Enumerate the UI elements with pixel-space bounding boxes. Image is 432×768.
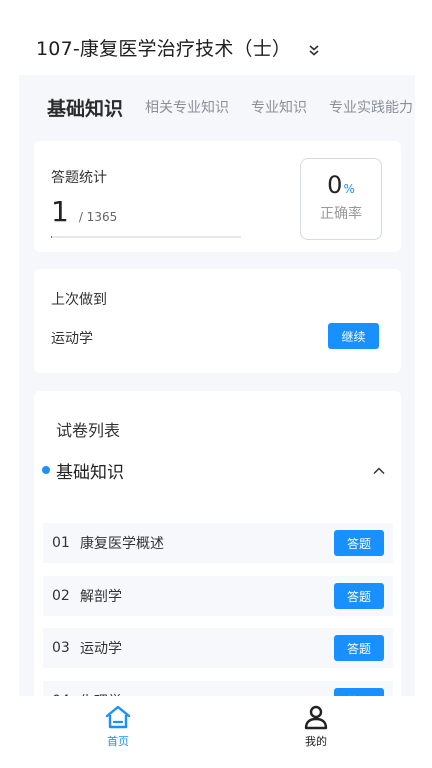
last-progress-card: 上次做到 运动学 继续 [34,269,401,373]
answered-count: 1 [51,195,69,228]
accuracy-value: 0% [327,171,355,199]
percent-unit: % [343,182,355,196]
stats-label: 答题统计 [51,170,107,186]
section-header[interactable]: 基础知识 [42,457,392,483]
paper-list-title: 试卷列表 [56,421,121,440]
progress-fill [51,236,52,238]
paper-item-number: 01 [52,535,70,551]
subject-tabs: 基础知识 相关专业知识 专业知识 专业实践能力 [19,75,415,139]
bottom-nav: 首页 我的 [19,696,415,751]
answer-button[interactable]: 答题 [334,530,384,556]
tab-professional-knowledge[interactable]: 专业知识 [251,97,307,117]
tab-practice-ability[interactable]: 专业实践能力 [329,97,413,117]
progress-bar [51,236,241,238]
nav-mine[interactable]: 我的 [217,696,415,751]
paper-item[interactable]: 03 运动学 答题 [43,628,393,668]
tab-related-knowledge[interactable]: 相关专业知识 [145,97,229,117]
answer-button[interactable]: 答题 [334,583,384,609]
last-progress-subject: 运动学 [51,331,93,347]
paper-item-number: 03 [52,640,70,656]
total-count: / 1365 [78,210,118,224]
app-frame: 107-康复医学治疗技术（士） 基础知识 相关专业知识 专业知识 专业实践能力 … [19,19,415,751]
section-name: 基础知识 [56,462,124,483]
chevron-up-icon[interactable] [372,463,386,477]
answer-button[interactable]: 答题 [334,635,384,661]
nav-home[interactable]: 首页 [19,696,217,751]
header: 107-康复医学治疗技术（士） [19,19,415,75]
nav-mine-label: 我的 [305,735,327,748]
user-icon [302,704,330,730]
exam-title[interactable]: 107-康复医学治疗技术（士） [36,34,291,61]
answer-stats-card: 答题统计 1 / 1365 0% 正确率 [34,141,401,252]
chevron-down-icon[interactable] [307,42,321,56]
accuracy-label: 正确率 [320,206,362,222]
continue-button[interactable]: 继续 [328,323,379,349]
accuracy-box: 0% 正确率 [300,158,382,240]
paper-item[interactable]: 01 康复医学概述 答题 [43,523,393,563]
last-progress-title: 上次做到 [51,292,107,308]
home-icon [104,704,132,730]
section-dot [42,466,50,474]
paper-item[interactable]: 02 解剖学 答题 [43,576,393,616]
tab-basic-knowledge[interactable]: 基础知识 [47,94,123,121]
paper-item-name: 康复医学概述 [80,536,164,552]
paper-item-name: 运动学 [80,641,122,657]
stats-count: 1 / 1365 [51,195,117,228]
paper-list-card: 试卷列表 基础知识 01 康复医学概述 答题 02 解剖学 答题 03 运动学 … [34,391,401,731]
paper-item-number: 02 [52,588,70,604]
nav-home-label: 首页 [107,735,129,748]
paper-item-name: 解剖学 [80,589,122,605]
